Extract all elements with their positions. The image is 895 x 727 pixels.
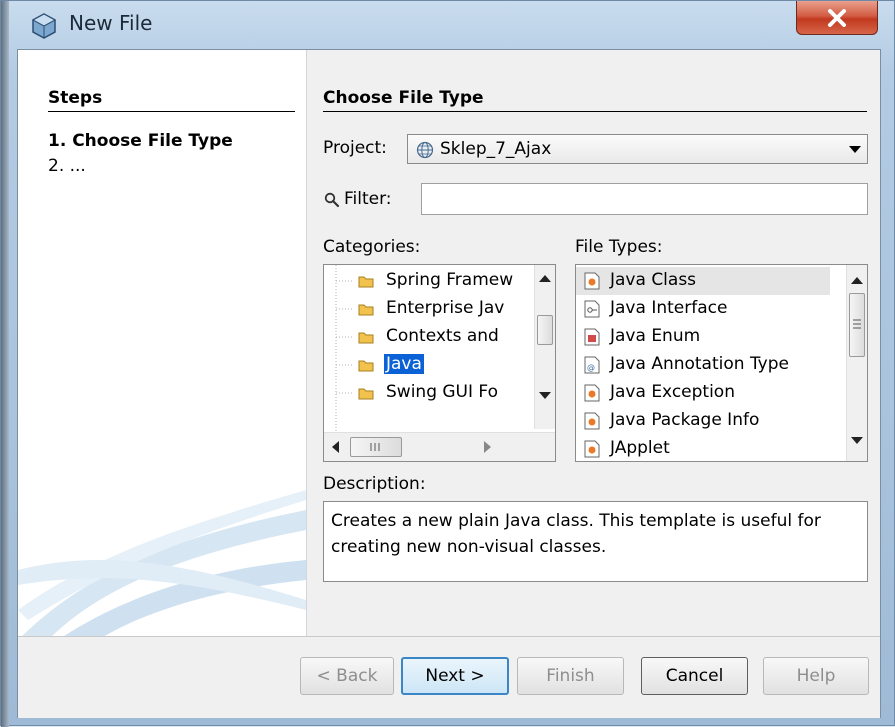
category-item[interactable]: Spring Framew xyxy=(324,267,534,295)
step-item-choose-file-type: 1. Choose File Type xyxy=(48,131,233,151)
scroll-up-arrow-icon[interactable] xyxy=(539,275,551,282)
scroll-right-arrow-icon[interactable] xyxy=(484,441,491,453)
scrollbar-thumb[interactable] xyxy=(849,293,865,357)
folder-icon xyxy=(358,388,374,400)
steps-divider xyxy=(48,111,295,112)
japplet-icon xyxy=(584,440,600,458)
java-interface-icon xyxy=(584,300,600,318)
close-icon xyxy=(828,8,846,27)
dialog-client-area: Steps 1. Choose File Type 2. ... Choose … xyxy=(17,49,881,718)
scroll-up-arrow-icon[interactable] xyxy=(851,277,863,284)
grip-icon xyxy=(853,319,861,329)
back-button[interactable]: < Back xyxy=(300,657,394,695)
scrollbar-thumb[interactable] xyxy=(537,315,553,345)
description-text: Creates a new plain Java class. This tem… xyxy=(323,501,868,582)
file-type-item[interactable]: Java Interface xyxy=(576,295,830,323)
window-left-edge xyxy=(1,1,9,727)
category-item-selected[interactable]: Java xyxy=(324,351,534,379)
categories-list[interactable]: Spring Framew Enterprise Jav Contexts an… xyxy=(323,264,556,462)
file-type-item[interactable]: JApplet xyxy=(576,435,830,461)
file-types-label: File Types: xyxy=(575,237,663,257)
category-item[interactable]: Contexts and xyxy=(324,323,534,351)
cancel-button[interactable]: Cancel xyxy=(641,657,748,695)
categories-vertical-scrollbar[interactable] xyxy=(534,265,555,429)
folder-icon xyxy=(358,332,374,344)
next-button[interactable]: Next > xyxy=(401,657,509,695)
scroll-down-arrow-icon[interactable] xyxy=(539,392,551,399)
steps-panel: Steps 1. Choose File Type 2. ... xyxy=(18,50,307,636)
steps-title: Steps xyxy=(48,88,103,108)
scroll-left-arrow-icon[interactable] xyxy=(332,441,339,453)
decorative-swoosh xyxy=(18,490,306,636)
java-annotation-icon: @ xyxy=(584,356,600,374)
finish-button[interactable]: Finish xyxy=(517,657,624,695)
file-types-list[interactable]: Java Class Java Interface Java Enum @ Ja… xyxy=(575,264,868,462)
globe-icon xyxy=(416,141,434,159)
step-item-next: 2. ... xyxy=(48,156,86,176)
main-title: Choose File Type xyxy=(323,88,484,108)
filter-input[interactable] xyxy=(421,183,868,215)
categories-horizontal-scrollbar[interactable] xyxy=(324,432,555,461)
button-bar: < Back Next > Finish Cancel Help xyxy=(18,636,880,718)
file-type-item[interactable]: Java Enum xyxy=(576,323,830,351)
folder-icon xyxy=(358,304,374,316)
title-bar[interactable]: New File xyxy=(9,1,889,49)
category-item[interactable]: Enterprise Jav xyxy=(324,295,534,323)
java-exception-icon xyxy=(584,384,600,402)
java-enum-icon xyxy=(584,328,600,346)
scrollbar-thumb[interactable] xyxy=(350,437,402,457)
main-panel: Choose File Type Project: Sklep_7_Ajax F… xyxy=(307,50,880,636)
project-label: Project: xyxy=(323,138,387,158)
window-frame: New File Steps 1. Choose File Type 2. ..… xyxy=(0,0,895,727)
close-button[interactable] xyxy=(796,1,878,35)
svg-text:@: @ xyxy=(587,363,595,372)
java-class-icon xyxy=(584,272,600,290)
category-item[interactable]: Swing GUI Fo xyxy=(324,379,534,407)
java-package-info-icon xyxy=(584,412,600,430)
grip-icon xyxy=(370,443,380,451)
file-type-item[interactable]: Java Exception xyxy=(576,379,830,407)
main-title-divider xyxy=(323,111,867,112)
window-title: New File xyxy=(69,11,153,35)
file-type-item[interactable]: Java Package Info xyxy=(576,407,830,435)
netbeans-cube-icon xyxy=(31,13,57,39)
folder-icon xyxy=(358,276,374,288)
categories-label: Categories: xyxy=(323,237,421,257)
filter-label: Filter: xyxy=(344,189,392,209)
folder-icon xyxy=(358,360,374,372)
help-button[interactable]: Help xyxy=(763,657,869,695)
file-type-item[interactable]: @ Java Annotation Type xyxy=(576,351,830,379)
magnifier-icon xyxy=(324,192,340,208)
scroll-down-arrow-icon[interactable] xyxy=(851,437,863,444)
file-types-vertical-scrollbar[interactable] xyxy=(846,265,867,461)
project-value: Sklep_7_Ajax xyxy=(440,139,552,159)
chevron-down-icon[interactable] xyxy=(849,146,861,153)
description-label: Description: xyxy=(323,474,426,494)
project-combobox[interactable]: Sklep_7_Ajax xyxy=(407,134,868,164)
file-type-item-selected[interactable]: Java Class xyxy=(576,267,830,295)
